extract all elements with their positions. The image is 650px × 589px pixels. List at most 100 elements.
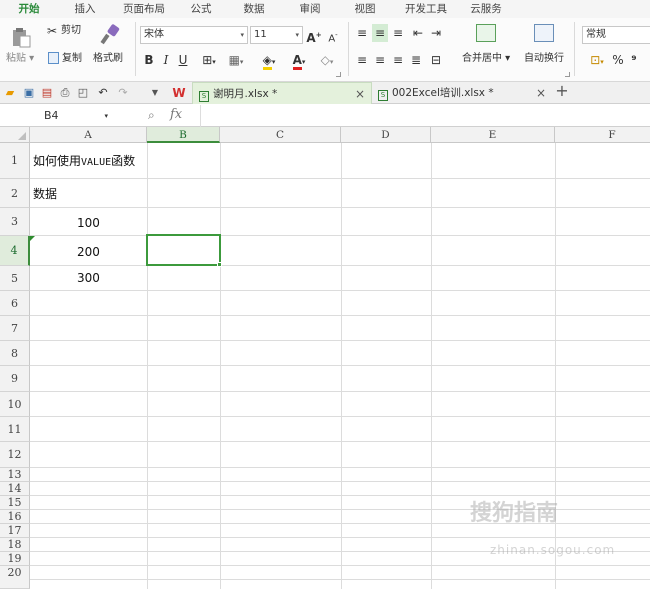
align-bottom-icon[interactable]: ≡ [390, 24, 406, 42]
border-icon[interactable]: ⊞▾ [197, 51, 221, 69]
name-box[interactable]: B4 ▾ [0, 107, 112, 125]
font-color-icon[interactable]: A▾ [286, 51, 312, 70]
menu-tab-page-layout[interactable]: 页面布局 [112, 0, 176, 18]
italic-button[interactable]: I [160, 51, 172, 69]
alignment-launcher-icon[interactable] [565, 72, 570, 77]
menu-tab-home[interactable]: 开始 [0, 0, 58, 18]
currency-format-icon[interactable]: ⊡▾ [584, 51, 610, 69]
menu-tab-review[interactable]: 审阅 [282, 0, 338, 18]
row-header-20[interactable]: 20 [0, 566, 30, 589]
menu-tab-view[interactable]: 视图 [338, 0, 392, 18]
row-header-8[interactable]: 8 [0, 341, 30, 366]
row-header-2[interactable]: 2 [0, 179, 30, 208]
print-icon[interactable]: ⎙ [58, 86, 72, 100]
tab-document-2[interactable]: S 002Excel培训.xlsx * × [372, 82, 552, 104]
row-header-18[interactable]: 18 [0, 538, 30, 552]
cell-a4[interactable]: 200 [77, 244, 100, 260]
clear-format-icon[interactable]: ◇▾ [317, 51, 337, 69]
bold-button[interactable]: B [143, 51, 155, 69]
row-header-16[interactable]: 16 [0, 510, 30, 524]
paste-icon[interactable] [10, 26, 32, 48]
customize-toolbar-icon[interactable]: ▼ [148, 86, 162, 100]
cell-a5[interactable]: 300 [77, 270, 100, 286]
font-name-select[interactable]: 宋体 ▾ [140, 26, 248, 44]
print-preview-icon[interactable]: ◰ [76, 86, 90, 100]
increase-indent-icon[interactable]: ⇥ [428, 24, 444, 42]
decrease-indent-icon[interactable]: ⇤ [410, 24, 426, 42]
decrease-font-icon[interactable]: A- [325, 26, 341, 44]
fill-color-icon[interactable]: ◈▾ [256, 51, 282, 70]
cut-button[interactable]: 剪切 [61, 24, 81, 38]
align-center-icon[interactable]: ≡ [372, 51, 388, 69]
column-header-b[interactable]: B [147, 127, 220, 143]
copy-button[interactable]: 复制 [62, 52, 82, 66]
align-top-icon[interactable]: ≡ [354, 24, 370, 42]
close-tab-icon[interactable]: × [355, 83, 365, 105]
row-header-14[interactable]: 14 [0, 482, 30, 496]
insert-function-button[interactable]: fx [170, 107, 182, 122]
column-header-a[interactable]: A [30, 127, 147, 143]
format-painter-button[interactable]: 格式刷 [93, 52, 123, 66]
justify-icon[interactable]: ≣ [408, 51, 424, 69]
wrap-text-icon[interactable] [534, 24, 554, 42]
menu-tab-formulas[interactable]: 公式 [176, 0, 226, 18]
font-size-select[interactable]: 11 ▾ [250, 26, 303, 44]
open-folder-icon[interactable]: ▰ [3, 86, 17, 100]
merge-center-button[interactable]: 合并居中 ▾ [462, 52, 510, 66]
menu-tab-data[interactable]: 数据 [226, 0, 282, 18]
close-tab-icon[interactable]: × [536, 82, 546, 104]
row-header-19[interactable]: 19 [0, 552, 30, 566]
selected-cell-b4[interactable] [146, 234, 221, 266]
underline-button[interactable]: U [177, 51, 189, 69]
row-header-5[interactable]: 5 [0, 266, 30, 291]
undo-icon[interactable]: ↶ [96, 86, 110, 100]
column-header-c[interactable]: C [220, 127, 341, 143]
increase-font-icon[interactable]: A+ [306, 26, 322, 45]
row-header-7[interactable]: 7 [0, 316, 30, 341]
cell-error-indicator[interactable] [30, 236, 35, 241]
row-header-17[interactable]: 17 [0, 524, 30, 538]
row-header-13[interactable]: 13 [0, 468, 30, 482]
fill-pattern-icon[interactable]: ▦▾ [224, 51, 248, 69]
new-tab-icon[interactable]: + [555, 83, 569, 99]
comma-style-button[interactable]: ⁹ [628, 51, 640, 69]
merge-center-icon[interactable] [476, 24, 496, 42]
column-header-d[interactable]: D [341, 127, 431, 143]
cell-a2[interactable]: 数据 [33, 186, 57, 202]
cell-area[interactable]: 如何使用VALUE函数 数据 100 200 300 [30, 143, 650, 589]
wps-logo-icon[interactable]: W [170, 86, 188, 100]
row-header-10[interactable]: 10 [0, 392, 30, 417]
number-format-select[interactable]: 常规 [582, 26, 650, 44]
distributed-icon[interactable]: ⊟ [428, 51, 444, 69]
align-middle-icon[interactable]: ≡ [372, 24, 388, 42]
menu-tab-insert[interactable]: 插入 [58, 0, 112, 18]
row-header-3[interactable]: 3 [0, 208, 30, 236]
align-right-icon[interactable]: ≡ [390, 51, 406, 69]
menu-tab-developer[interactable]: 开发工具 [392, 0, 460, 18]
save-icon[interactable]: ▣ [22, 86, 36, 100]
format-painter-icon[interactable] [99, 23, 121, 50]
menu-tab-cloud[interactable]: 云服务 [460, 0, 512, 18]
select-all-corner[interactable] [0, 127, 30, 143]
row-header-15[interactable]: 15 [0, 496, 30, 510]
wrap-text-button[interactable]: 自动换行 [524, 52, 564, 66]
align-left-icon[interactable]: ≡ [354, 51, 370, 69]
row-header-11[interactable]: 11 [0, 417, 30, 442]
font-launcher-icon[interactable] [336, 72, 341, 77]
row-header-12[interactable]: 12 [0, 442, 30, 468]
tab-document-1[interactable]: S 谢明月.xlsx * × [192, 82, 372, 104]
row-header-9[interactable]: 9 [0, 366, 30, 392]
redo-icon[interactable]: ↷ [116, 86, 130, 100]
row-header-6[interactable]: 6 [0, 291, 30, 316]
column-header-e[interactable]: E [431, 127, 555, 143]
formula-input[interactable] [200, 105, 650, 127]
fill-handle[interactable] [217, 262, 222, 267]
percent-button[interactable]: % [612, 51, 624, 69]
column-header-f[interactable]: F [555, 127, 650, 143]
cell-a1[interactable]: 如何使用VALUE函数 [33, 153, 135, 171]
export-pdf-icon[interactable]: ▤ [40, 86, 54, 100]
row-header-4[interactable]: 4 [0, 236, 30, 266]
paste-button[interactable]: 粘贴 ▾ [6, 52, 34, 66]
zoom-icon[interactable]: ⌕ [148, 108, 155, 123]
row-header-1[interactable]: 1 [0, 143, 30, 179]
